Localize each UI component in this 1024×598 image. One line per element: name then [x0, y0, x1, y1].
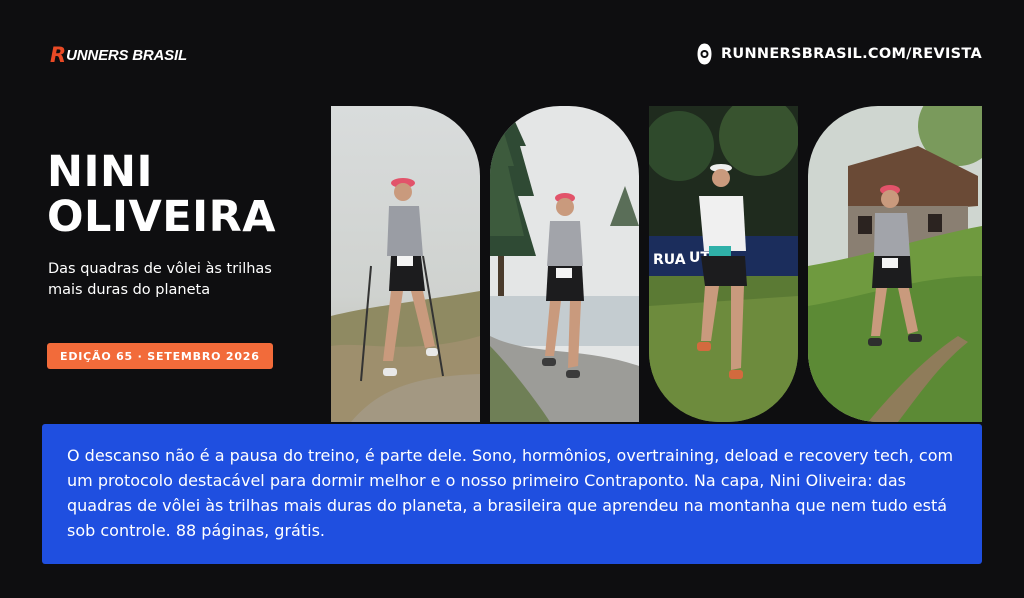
issue-description: O descanso não é a pausa do treino, é pa… [67, 446, 954, 540]
magazine-badge-icon [697, 43, 712, 65]
photo-utmb-finish: RUA UT [649, 106, 798, 422]
logo-wordmark: UNNERS BRASIL [66, 46, 187, 64]
magazine-link[interactable]: RUNNERSBRASIL.COM/REVISTA [697, 43, 982, 65]
photo-lake-pines [490, 106, 639, 422]
description-panel: O descanso não é a pausa do treino, é pa… [42, 424, 982, 564]
photo-trail-poles [331, 106, 480, 422]
svg-text:RUA: RUA [653, 252, 686, 268]
cover-title: NINI OLIVEIRA [47, 150, 276, 240]
cover-subtitle: Das quadras de vôlei às trilhas mais dur… [48, 261, 272, 298]
title-first-name: NINI [47, 147, 153, 197]
photo-slope-chalet [808, 106, 982, 422]
logo-mark: R [50, 43, 66, 67]
runners-brasil-logo[interactable]: R UNNERS BRASIL [50, 43, 187, 67]
magazine-url: RUNNERSBRASIL.COM/REVISTA [720, 46, 982, 62]
title-last-name: OLIVEIRA [47, 192, 276, 242]
edition-badge: EDIÇÃO 65 · SETEMBRO 2026 [47, 343, 273, 369]
